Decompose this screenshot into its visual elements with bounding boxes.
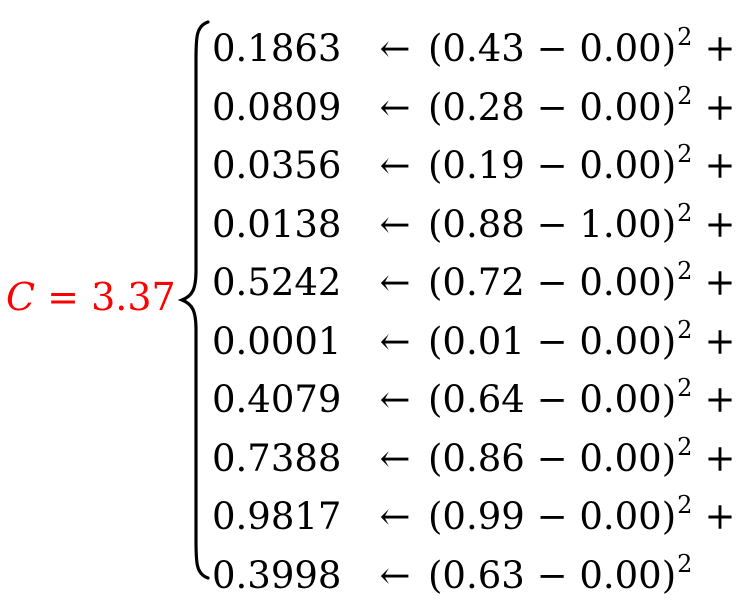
plus-sign: +	[704, 488, 735, 547]
term-value: 0.3998	[212, 547, 362, 605]
term-row: 0.7388←(0.86 − 0.00)2+	[212, 418, 735, 477]
cost-variable: C	[6, 275, 35, 319]
term-row: 0.0001←(0.01 − 0.00)2+	[212, 301, 735, 360]
term-row: 0.0356←(0.19 − 0.00)2+	[212, 125, 735, 184]
exponent: 2	[677, 125, 692, 184]
cost-value: 3.37	[91, 275, 176, 319]
exponent: 2	[677, 418, 692, 477]
term-row: 0.0138←(0.88 − 1.00)2+	[212, 184, 735, 243]
left-brace	[176, 20, 216, 580]
term-row: 0.0809←(0.28 − 0.00)2+	[212, 67, 735, 126]
term-row: 0.3998←(0.63 − 0.00)2	[212, 535, 735, 594]
term-row: 0.9817←(0.99 − 0.00)2+	[212, 476, 735, 535]
exponent: 2	[677, 8, 692, 67]
cost-equals: =	[47, 275, 79, 319]
equation-canvas: { "colors": { "cost": "#ff0000", "text":…	[0, 0, 755, 595]
assign-arrow: ←	[362, 547, 428, 605]
squared-error-terms: 0.1863←(0.43 − 0.00)2+0.0809←(0.28 − 0.0…	[212, 8, 735, 593]
exponent: 2	[677, 476, 692, 535]
term-row: 0.5242←(0.72 − 0.00)2+	[212, 242, 735, 301]
term-row: 0.1863←(0.43 − 0.00)2+	[212, 8, 735, 67]
exponent: 2	[677, 301, 692, 360]
exponent: 2	[677, 242, 692, 301]
exponent: 2	[677, 184, 692, 243]
exponent: 2	[677, 535, 692, 594]
exponent: 2	[677, 359, 692, 418]
cost-label: C = 3.37	[6, 272, 176, 322]
term-row: 0.4079←(0.64 − 0.00)2+	[212, 359, 735, 418]
exponent: 2	[677, 67, 692, 126]
term-expression: (0.63 − 0.00)	[428, 547, 676, 605]
